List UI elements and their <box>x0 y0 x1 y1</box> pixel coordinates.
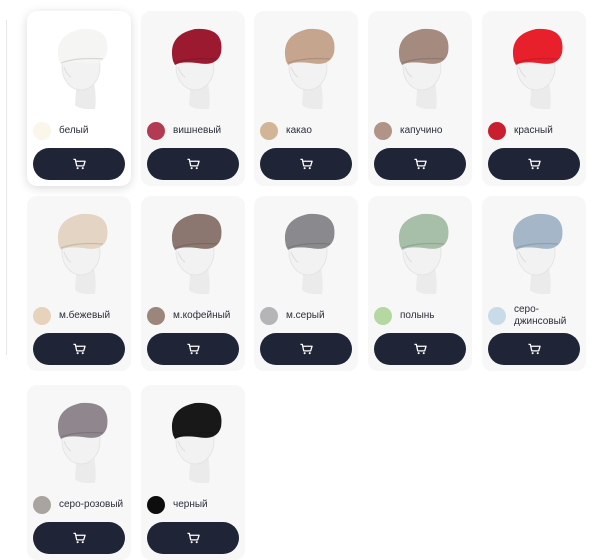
product-card[interactable]: м.бежевый <box>27 196 131 371</box>
beret-shape <box>398 28 449 65</box>
shopping-cart-icon <box>72 343 86 355</box>
product-image[interactable] <box>378 17 462 113</box>
color-swatch[interactable] <box>33 496 51 514</box>
color-swatch[interactable] <box>33 307 51 325</box>
product-image[interactable] <box>264 17 348 113</box>
color-swatch[interactable] <box>147 307 165 325</box>
add-to-cart-button[interactable] <box>260 148 352 180</box>
panel-divider <box>6 20 7 355</box>
color-option[interactable]: вишневый <box>147 115 241 147</box>
shopping-cart-icon <box>527 158 541 170</box>
product-card[interactable]: м.серый <box>254 196 358 371</box>
add-to-cart-button[interactable] <box>147 522 239 554</box>
beret-shape <box>512 28 563 65</box>
product-card[interactable]: белый <box>27 11 131 186</box>
add-to-cart-button[interactable] <box>488 333 580 365</box>
product-card[interactable]: серо-розовый <box>27 385 131 560</box>
color-swatch[interactable] <box>260 122 278 140</box>
add-to-cart-button[interactable] <box>147 333 239 365</box>
beret-shape <box>171 28 222 65</box>
color-swatch[interactable] <box>374 307 392 325</box>
color-swatch[interactable] <box>147 496 165 514</box>
beret-shape <box>171 213 222 250</box>
beret-shape <box>398 213 449 250</box>
add-to-cart-button[interactable] <box>33 148 125 180</box>
color-name-label: м.серый <box>286 310 325 321</box>
color-option[interactable]: красный <box>488 115 582 147</box>
beret-shape <box>512 213 563 250</box>
color-swatch[interactable] <box>488 122 506 140</box>
color-name-label: вишневый <box>173 125 222 136</box>
product-image[interactable] <box>492 17 576 113</box>
shopping-cart-icon <box>299 343 313 355</box>
color-name-label: серо-розовый <box>59 499 124 510</box>
shopping-cart-icon <box>413 158 427 170</box>
color-option[interactable]: м.серый <box>260 300 354 332</box>
color-swatch[interactable] <box>374 122 392 140</box>
product-image[interactable] <box>37 202 121 298</box>
color-name-label: капучино <box>400 125 443 136</box>
add-to-cart-button[interactable] <box>33 333 125 365</box>
product-card[interactable]: какао <box>254 11 358 186</box>
product-card[interactable]: красный <box>482 11 586 186</box>
product-image[interactable] <box>151 17 235 113</box>
color-name-label: какао <box>286 125 312 136</box>
add-to-cart-button[interactable] <box>374 148 466 180</box>
shopping-cart-icon <box>72 532 86 544</box>
color-option[interactable]: серо-розовый <box>33 489 127 521</box>
color-option[interactable]: капучино <box>374 115 468 147</box>
color-name-label: м.бежевый <box>59 310 111 321</box>
beret-shape <box>57 402 108 439</box>
shopping-cart-icon <box>72 158 86 170</box>
beret-shape <box>171 402 222 439</box>
shopping-cart-icon <box>186 158 200 170</box>
shopping-cart-icon <box>186 343 200 355</box>
product-image[interactable] <box>37 391 121 487</box>
color-option[interactable]: черный <box>147 489 241 521</box>
add-to-cart-button[interactable] <box>147 148 239 180</box>
color-name-label: серо-джинсовый <box>514 304 567 327</box>
color-name-label: белый <box>59 125 89 136</box>
product-image[interactable] <box>151 391 235 487</box>
color-name-label: красный <box>514 125 553 136</box>
product-card[interactable]: черный <box>141 385 245 560</box>
product-card[interactable]: м.кофейный <box>141 196 245 371</box>
add-to-cart-button[interactable] <box>374 333 466 365</box>
color-swatch[interactable] <box>147 122 165 140</box>
shopping-cart-icon <box>299 158 313 170</box>
color-swatch[interactable] <box>33 122 51 140</box>
color-name-label: черный <box>173 499 208 510</box>
product-card[interactable]: вишневый <box>141 11 245 186</box>
beret-shape <box>57 28 108 65</box>
product-card[interactable]: полынь <box>368 196 472 371</box>
product-image[interactable] <box>37 17 121 113</box>
add-to-cart-button[interactable] <box>33 522 125 554</box>
color-option[interactable]: какао <box>260 115 354 147</box>
color-option[interactable]: м.бежевый <box>33 300 127 332</box>
color-option[interactable]: серо-джинсовый <box>488 300 582 332</box>
shopping-cart-icon <box>186 532 200 544</box>
color-name-label: полынь <box>400 310 435 321</box>
color-option[interactable]: белый <box>33 115 127 147</box>
beret-shape <box>284 213 335 250</box>
product-image[interactable] <box>378 202 462 298</box>
product-card[interactable]: капучино <box>368 11 472 186</box>
color-option[interactable]: полынь <box>374 300 468 332</box>
color-option[interactable]: м.кофейный <box>147 300 241 332</box>
product-image[interactable] <box>151 202 235 298</box>
add-to-cart-button[interactable] <box>488 148 580 180</box>
shopping-cart-icon <box>527 343 541 355</box>
product-card[interactable]: серо-джинсовый <box>482 196 586 371</box>
add-to-cart-button[interactable] <box>260 333 352 365</box>
beret-shape <box>57 213 108 250</box>
color-name-label: м.кофейный <box>173 310 231 321</box>
beret-shape <box>284 28 335 65</box>
product-image[interactable] <box>264 202 348 298</box>
color-swatch[interactable] <box>260 307 278 325</box>
product-image[interactable] <box>492 202 576 298</box>
shopping-cart-icon <box>413 343 427 355</box>
color-swatch[interactable] <box>488 307 506 325</box>
